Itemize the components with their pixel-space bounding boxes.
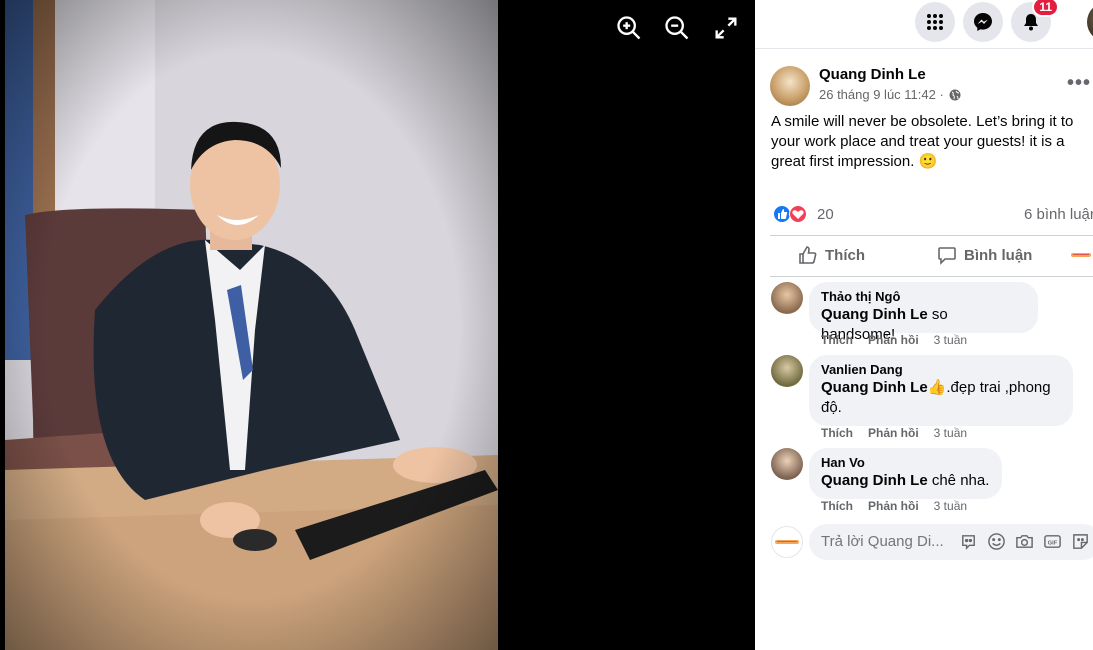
expand-icon[interactable]	[712, 14, 740, 42]
zoom-in-icon[interactable]	[615, 14, 643, 42]
commenter-avatar[interactable]	[771, 282, 803, 314]
comment-time[interactable]: 3 tuần	[934, 333, 967, 347]
globe-icon	[949, 89, 961, 101]
gif-icon[interactable]: GIF	[1043, 532, 1062, 551]
comments-count[interactable]: 6 bình luận	[1024, 206, 1093, 223]
author-name[interactable]: Quang Dinh Le	[819, 66, 926, 83]
commenter-name[interactable]: Vanlien Dang	[821, 362, 1061, 378]
reply-composer: GIF	[771, 524, 1093, 560]
like-label: Thích	[825, 246, 865, 264]
share-button[interactable]	[1071, 245, 1091, 265]
photo-illustration	[5, 0, 498, 650]
zoom-out-icon[interactable]	[663, 14, 691, 42]
post-timestamp[interactable]: 26 tháng 9 lúc 11:42 ·	[819, 87, 961, 102]
post-time-text[interactable]: 26 tháng 9 lúc 11:42 ·	[819, 87, 944, 102]
love-reaction-icon	[789, 205, 807, 223]
comment-button[interactable]: Bình luận	[937, 245, 1032, 265]
reactions-count[interactable]: 20	[817, 206, 834, 223]
comment-text: Quang Dinh Le chê nha.	[821, 471, 990, 491]
comment-reply-link[interactable]: Phản hồi	[868, 333, 919, 347]
comment-text: Quang Dinh Le👍.đẹp trai ,phong độ.	[821, 378, 1061, 418]
comment-like-link[interactable]: Thích	[821, 499, 853, 513]
reply-input[interactable]	[821, 533, 951, 550]
post-text: A smile will never be obsolete. Let’s br…	[771, 113, 1074, 170]
mention-tag[interactable]: Quang Dinh Le	[821, 306, 928, 323]
photo-viewer	[0, 0, 755, 650]
comment-body-text: chê nha.	[927, 472, 990, 489]
comment-reply-link[interactable]: Phản hồi	[868, 499, 919, 513]
comment-bubble: Thảo thị Ngô Quang Dinh Le so handsome!	[809, 282, 1038, 343]
reaction-icons[interactable]	[773, 205, 809, 223]
notifications-button[interactable]: 11	[1011, 0, 1059, 42]
mention-tag[interactable]: Quang Dinh Le	[821, 472, 928, 489]
comment-bubble: Vanlien Dang Quang Dinh Le👍.đẹp trai ,ph…	[809, 355, 1073, 426]
commenter-avatar[interactable]	[771, 448, 803, 480]
comment-time[interactable]: 3 tuần	[934, 426, 967, 440]
logo-icon	[775, 540, 799, 544]
camera-icon[interactable]	[1015, 532, 1034, 551]
messenger-icon	[974, 13, 992, 31]
emoji-icon[interactable]	[987, 532, 1006, 551]
comment-like-link[interactable]: Thích	[821, 426, 853, 440]
thumbs-up-icon	[799, 246, 817, 264]
ellipsis-icon: •••	[1067, 72, 1092, 94]
comment-bubble: Han Vo Quang Dinh Le chê nha.	[809, 448, 1002, 499]
menu-button[interactable]	[915, 2, 955, 42]
comment-icon	[938, 247, 956, 265]
share-icon	[1071, 253, 1091, 257]
like-button[interactable]: Thích	[798, 245, 865, 265]
avatar-sticker-icon[interactable]	[959, 532, 978, 551]
post-photo[interactable]	[5, 0, 498, 650]
comment-label: Bình luận	[964, 246, 1033, 264]
post-panel: 11 Quang Dinh Le 26 tháng 9 lúc 11:42 · …	[755, 0, 1093, 650]
comment-time[interactable]: 3 tuần	[934, 499, 967, 513]
notification-badge: 11	[1032, 0, 1059, 17]
post-actions: Thích Bình luận	[770, 235, 1093, 277]
reply-box[interactable]: GIF	[809, 524, 1093, 560]
current-user-avatar[interactable]	[771, 526, 803, 558]
commenter-name[interactable]: Han Vo	[821, 455, 990, 471]
author-avatar[interactable]	[770, 66, 810, 106]
reply-icons: GIF	[959, 532, 1090, 551]
commenter-avatar[interactable]	[771, 355, 803, 387]
post-header: Quang Dinh Le 26 tháng 9 lúc 11:42 · •••	[770, 64, 1091, 108]
reactions-bar: 20 6 bình luận	[771, 203, 1093, 225]
comment-like-link[interactable]: Thích	[821, 333, 853, 347]
comment-meta: Thích Phản hồi 3 tuần	[821, 426, 982, 440]
sticker-icon[interactable]	[1071, 532, 1090, 551]
svg-text:GIF: GIF	[1048, 540, 1058, 546]
messenger-button[interactable]	[963, 2, 1003, 42]
top-bar: 11	[755, 0, 1093, 49]
commenter-name[interactable]: Thảo thị Ngô	[821, 289, 1026, 305]
more-options-button[interactable]: •••	[1067, 72, 1091, 95]
comment-meta: Thích Phản hồi 3 tuần	[821, 499, 982, 513]
account-avatar[interactable]	[1087, 2, 1093, 42]
mention-tag[interactable]: Quang Dinh Le	[821, 379, 928, 396]
grid-icon	[927, 14, 943, 30]
comment-reply-link[interactable]: Phản hồi	[868, 426, 919, 440]
comment-meta: Thích Phản hồi 3 tuần	[821, 333, 982, 347]
